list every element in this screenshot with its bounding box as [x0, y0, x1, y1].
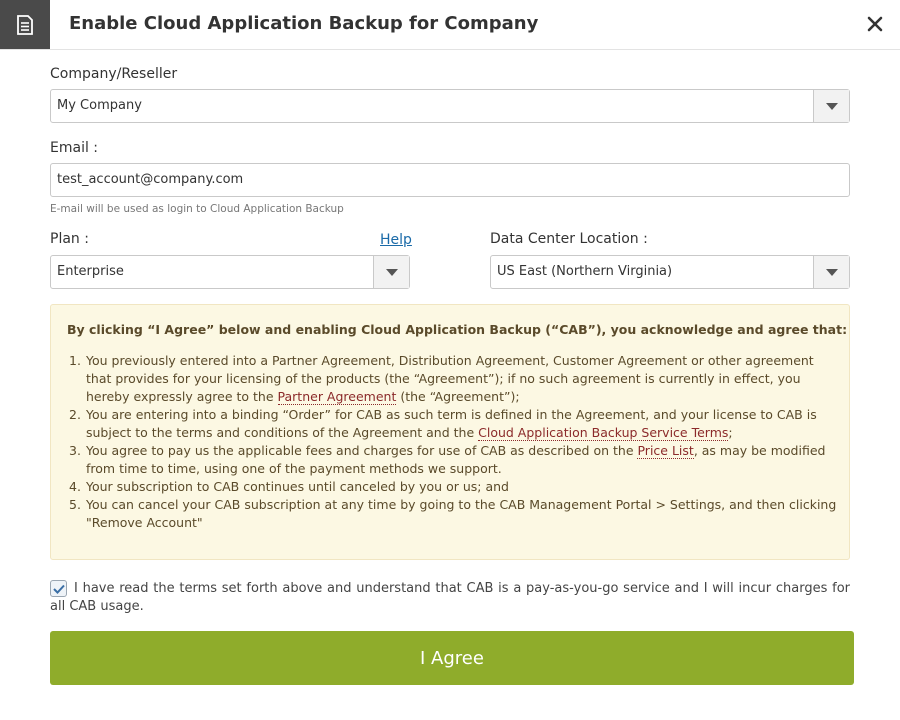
email-label: Email :	[50, 140, 99, 156]
dialog-title: Enable Cloud Application Backup for Comp…	[69, 13, 539, 34]
acknowledge-checkbox[interactable]	[50, 580, 67, 597]
terms-item-text: You agree to pay us the applicable fees …	[86, 443, 638, 458]
help-link[interactable]: Help	[380, 232, 412, 248]
terms-item-number: 5.	[69, 497, 81, 512]
company-select-value: My Company	[57, 98, 142, 113]
datacenter-label: Data Center Location :	[490, 231, 648, 247]
terms-item: 2. You are entering into a binding “Orde…	[69, 406, 839, 442]
email-hint: E-mail will be used as login to Cloud Ap…	[50, 203, 344, 215]
plan-select[interactable]: Enterprise	[50, 255, 410, 289]
datacenter-select[interactable]: US East (Northern Virginia)	[490, 255, 850, 289]
chevron-down-icon[interactable]	[813, 90, 849, 122]
terms-item-text: You can cancel your CAB subscription at …	[86, 497, 837, 530]
chevron-down-icon[interactable]	[813, 256, 849, 288]
company-select[interactable]: My Company	[50, 89, 850, 123]
email-field[interactable]: test_account@company.com	[50, 163, 850, 197]
checkmark-icon	[52, 584, 65, 594]
terms-item-text: (the “Agreement”);	[396, 389, 520, 404]
close-icon[interactable]	[864, 12, 886, 36]
company-label: Company/Reseller	[50, 66, 178, 82]
acknowledge-text: I have read the terms set forth above an…	[50, 581, 850, 614]
terms-panel: By clicking “I Agree” below and enabling…	[50, 304, 850, 560]
plan-label: Plan :	[50, 231, 89, 247]
terms-item-text: Your subscription to CAB continues until…	[86, 479, 509, 494]
agree-button[interactable]: I Agree	[50, 631, 854, 685]
terms-item-number: 2.	[69, 407, 81, 422]
terms-item: 4. Your subscription to CAB continues un…	[69, 478, 839, 496]
terms-list: 1. You previously entered into a Partner…	[69, 352, 839, 532]
price-list-link[interactable]: Price List	[637, 443, 694, 459]
datacenter-select-value: US East (Northern Virginia)	[497, 264, 673, 279]
terms-item: 5. You can cancel your CAB subscription …	[69, 496, 839, 532]
partner-agreement-link[interactable]: Partner Agreement	[277, 389, 397, 405]
dialog-header: Enable Cloud Application Backup for Comp…	[0, 0, 900, 50]
plan-select-value: Enterprise	[57, 264, 124, 279]
terms-item: 1. You previously entered into a Partner…	[69, 352, 839, 406]
terms-heading: By clicking “I Agree” below and enabling…	[67, 322, 848, 337]
service-terms-link[interactable]: Cloud Application Backup Service Terms	[478, 425, 729, 441]
document-list-icon	[0, 0, 50, 49]
terms-item-number: 1.	[69, 353, 81, 368]
chevron-down-icon[interactable]	[373, 256, 409, 288]
terms-item-number: 3.	[69, 443, 81, 458]
terms-item-number: 4.	[69, 479, 81, 494]
terms-item-text: ;	[728, 425, 733, 440]
email-field-value: test_account@company.com	[57, 172, 244, 187]
terms-item: 3. You agree to pay us the applicable fe…	[69, 442, 839, 478]
